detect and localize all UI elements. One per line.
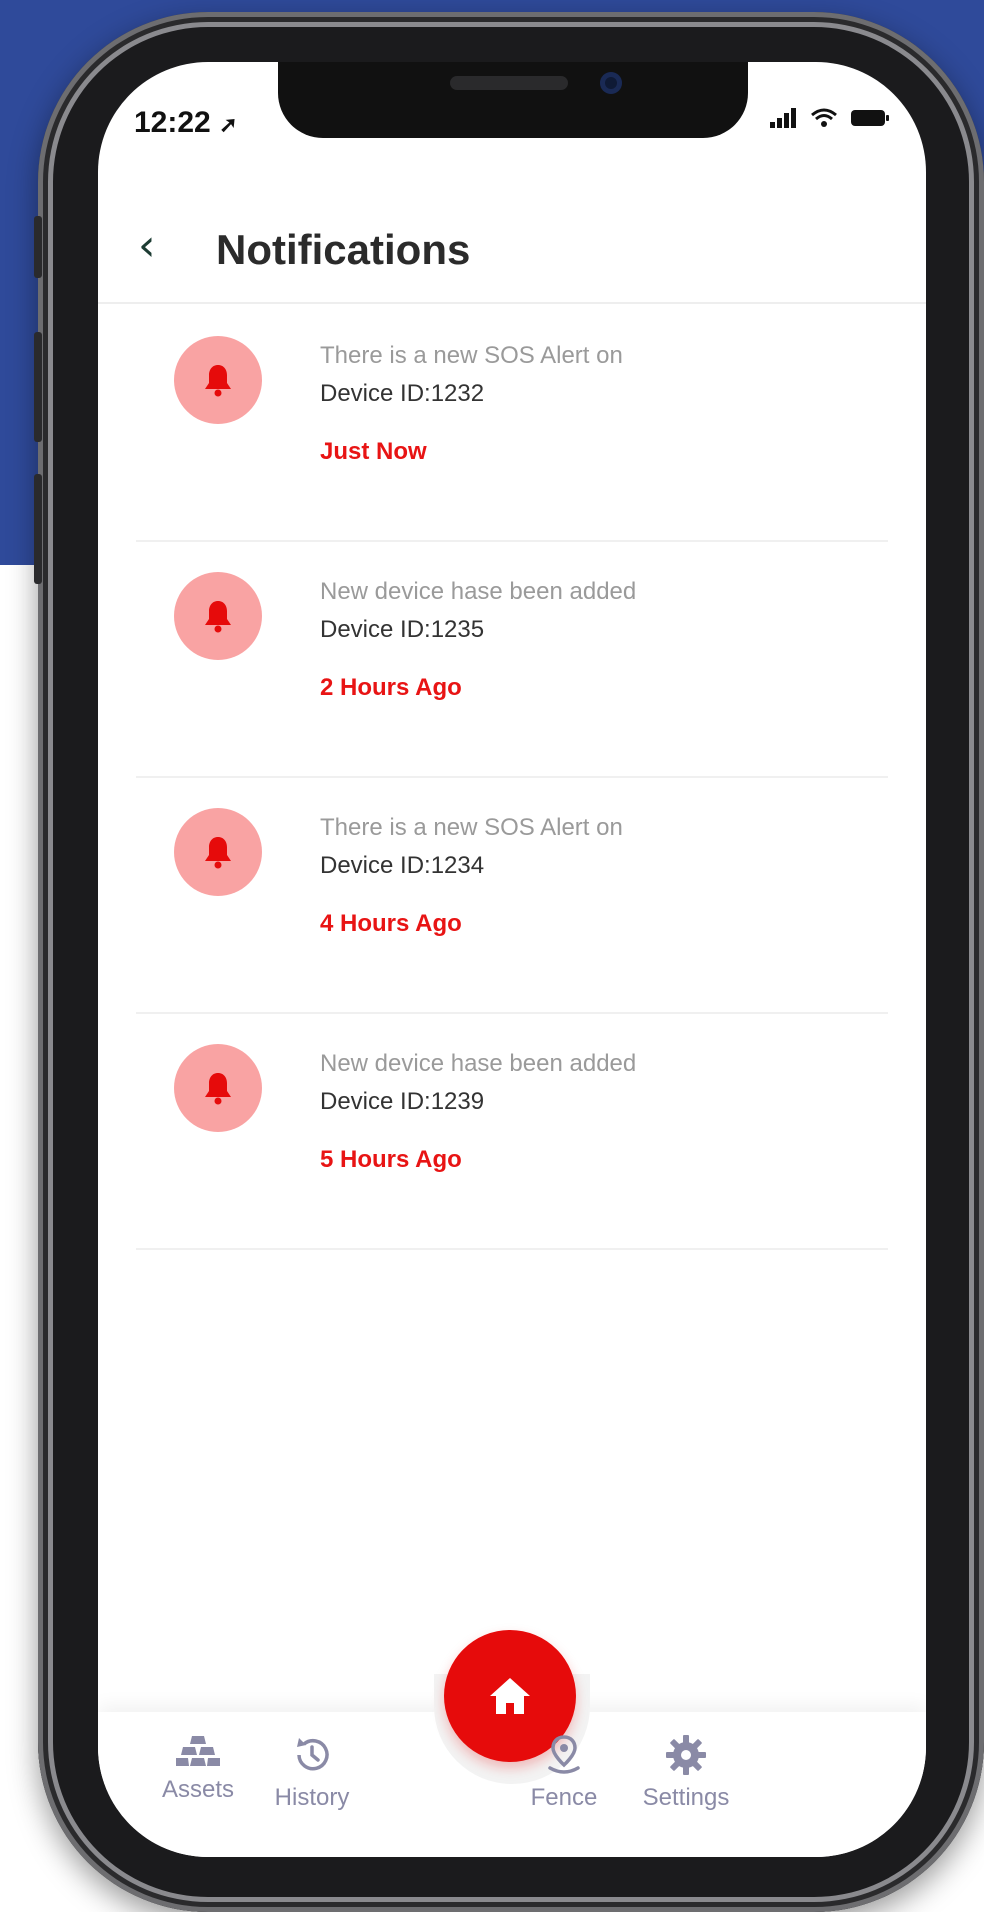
bell-icon: [174, 572, 262, 660]
notch: [278, 62, 748, 138]
status-time-text: 12:22: [134, 106, 211, 139]
mute-switch: [34, 216, 42, 278]
tab-history-label: History: [274, 1784, 350, 1811]
tab-assets[interactable]: Assets: [138, 1734, 258, 1804]
bell-icon: [174, 808, 262, 896]
speaker: [450, 76, 568, 90]
back-button[interactable]: ‹: [138, 224, 156, 268]
tab-assets-label: Assets: [161, 1776, 235, 1803]
phone-screen: 12:22 ➚ ‹ Notifications There is a new S…: [98, 62, 926, 1857]
tab-fence-label: Fence: [530, 1784, 598, 1811]
notification-item[interactable]: New device hase been added Device ID:123…: [136, 1014, 888, 1250]
tab-settings[interactable]: Settings: [626, 1734, 746, 1812]
notification-item[interactable]: There is a new SOS Alert on Device ID:12…: [136, 778, 888, 1014]
history-icon: [297, 1738, 329, 1771]
bell-icon: [174, 1044, 262, 1132]
location-pin-icon: [548, 1735, 580, 1774]
notification-item[interactable]: There is a new SOS Alert on Device ID:12…: [136, 306, 888, 542]
tab-history[interactable]: History: [252, 1734, 372, 1812]
notification-list: There is a new SOS Alert on Device ID:12…: [136, 306, 888, 1250]
notification-device: Device ID:1235: [320, 616, 485, 643]
tab-fence[interactable]: Fence: [504, 1734, 624, 1812]
notification-device: Device ID:1239: [320, 1088, 485, 1115]
volume-up-button: [34, 332, 42, 442]
tab-settings-label: Settings: [642, 1784, 730, 1811]
notification-time: 5 Hours Ago: [320, 1146, 462, 1173]
notification-time: 4 Hours Ago: [320, 910, 462, 937]
notification-device: Device ID:1234: [320, 852, 485, 879]
front-camera: [600, 72, 622, 94]
notification-time: 2 Hours Ago: [320, 674, 462, 701]
assets-icon: [176, 1736, 220, 1766]
notification-message: New device hase been added: [320, 1050, 637, 1077]
battery-icon: [851, 110, 889, 126]
notification-message: There is a new SOS Alert on: [320, 342, 623, 369]
notification-item[interactable]: New device hase been added Device ID:123…: [136, 542, 888, 778]
volume-down-button: [34, 474, 42, 584]
status-time: 12:22 ➚: [134, 106, 238, 140]
signal-icon: [770, 108, 796, 128]
chevron-left-icon: ‹: [138, 220, 156, 271]
notification-device: Device ID:1232: [320, 380, 485, 407]
gear-icon: [666, 1735, 706, 1775]
notification-time: Just Now: [320, 438, 427, 465]
page-title: Notifications: [216, 226, 471, 273]
home-icon: [490, 1678, 530, 1714]
notification-message: There is a new SOS Alert on: [320, 814, 623, 841]
bell-icon: [174, 336, 262, 424]
status-icons: [770, 108, 890, 128]
notification-message: New device hase been added: [320, 578, 637, 605]
location-arrow-icon: ➚: [219, 112, 238, 137]
page-header: ‹ Notifications: [98, 182, 926, 304]
wifi-icon: [811, 108, 837, 127]
